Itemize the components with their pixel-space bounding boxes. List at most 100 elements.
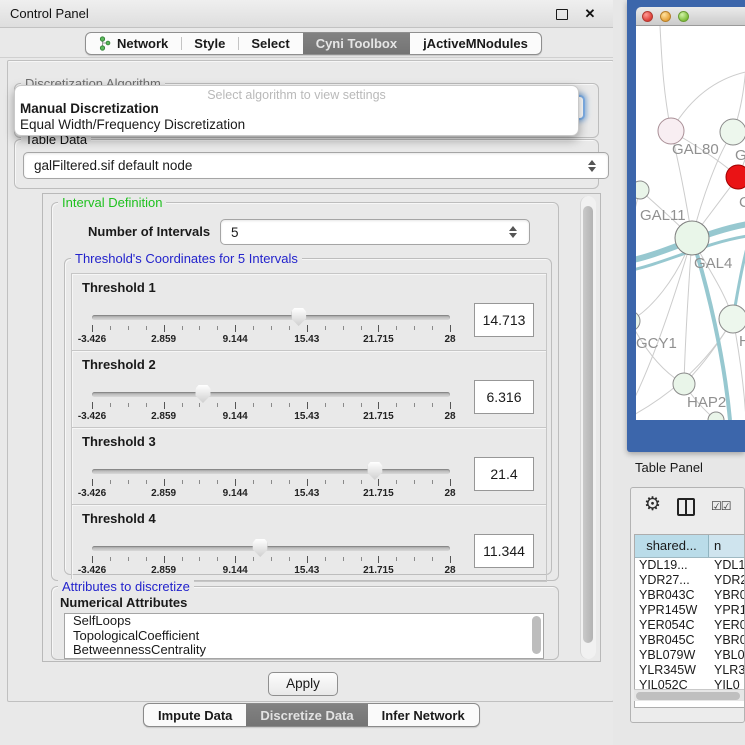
table-row[interactable]: YPR145WYPR1: [635, 603, 744, 618]
table-cell[interactable]: YBR0: [709, 588, 744, 603]
settings-vertical-scrollbar[interactable]: [580, 196, 596, 659]
attribute-list-item[interactable]: BetweennessCentrality: [65, 643, 543, 658]
slider-tick: [396, 403, 397, 407]
apply-button[interactable]: Apply: [268, 672, 338, 696]
table-cell[interactable]: YLR3: [709, 663, 744, 678]
tab-infer-network[interactable]: Infer Network: [368, 704, 479, 726]
slider-tick: [396, 480, 397, 484]
number-of-intervals-label: Number of Intervals: [88, 219, 210, 245]
zoom-window-icon[interactable]: [678, 11, 689, 22]
table-cell[interactable]: YDL1: [709, 558, 744, 573]
number-of-intervals-combobox[interactable]: 5: [220, 219, 530, 245]
column-header-shared-name[interactable]: shared...: [635, 535, 709, 557]
tick-label: 2.859: [151, 334, 176, 345]
table-row[interactable]: YBL079WYBL0: [635, 648, 744, 663]
table-cell[interactable]: YER054C: [635, 618, 709, 633]
tick-label: 15.43: [294, 411, 319, 422]
table-row[interactable]: YBR045CYBR0: [635, 633, 744, 648]
column-header-name[interactable]: n: [709, 535, 744, 557]
network-node[interactable]: [726, 165, 745, 189]
network-edge[interactable]: [660, 26, 671, 131]
tab-style[interactable]: Style: [181, 33, 238, 54]
slider-tick: [217, 480, 218, 484]
dropdown-option-equal-width-frequency[interactable]: Equal Width/Frequency Discretization: [18, 117, 575, 133]
network-node[interactable]: [719, 305, 745, 333]
network-node[interactable]: [720, 119, 745, 145]
slider-tick: [146, 326, 147, 330]
threshold-slider[interactable]: [92, 392, 450, 398]
slider-thumb[interactable]: [291, 308, 306, 326]
table-cell[interactable]: YDR27...: [635, 573, 709, 588]
numerical-attributes-list[interactable]: SelfLoopsTopologicalCoefficientBetweenne…: [64, 613, 544, 659]
table-cell[interactable]: YER0: [709, 618, 744, 633]
table-horizontal-scrollbar[interactable]: [634, 689, 744, 701]
table-cell[interactable]: YDR2: [709, 573, 744, 588]
table-row[interactable]: YLR345WYLR3: [635, 663, 744, 678]
threshold-slider[interactable]: [92, 469, 450, 475]
network-window-titlebar[interactable]: [636, 7, 745, 26]
network-node[interactable]: [673, 373, 695, 395]
threshold-value-field[interactable]: 11.344: [474, 534, 534, 568]
slider-track[interactable]: [92, 392, 450, 397]
attribute-list-item[interactable]: SelfLoops: [65, 614, 543, 629]
network-node[interactable]: [636, 181, 649, 199]
network-node[interactable]: [675, 221, 709, 255]
slider-track[interactable]: [92, 546, 450, 551]
scrollbar-thumb[interactable]: [636, 692, 740, 700]
slider-tick: [325, 480, 326, 484]
tab-discretize-data[interactable]: Discretize Data: [246, 704, 367, 726]
table-row[interactable]: YER054CYER0: [635, 618, 744, 633]
gear-icon[interactable]: ⚙: [644, 495, 661, 514]
minimize-window-icon[interactable]: [660, 11, 671, 22]
slider-tick: [289, 403, 290, 407]
threshold-slider[interactable]: [92, 315, 450, 321]
slider-tick: [235, 402, 236, 409]
tab-network[interactable]: Network: [86, 33, 181, 54]
select-columns-icon[interactable]: ☑☑: [711, 499, 731, 513]
panel-title: Control Panel: [10, 0, 89, 27]
control-panel-titlebar: Control Panel ✕: [0, 0, 613, 28]
network-edge[interactable]: [636, 321, 684, 384]
table-cell[interactable]: YBR043C: [635, 588, 709, 603]
table-data-combobox[interactable]: galFiltered.sif default node: [23, 152, 609, 179]
columns-icon[interactable]: [677, 498, 695, 516]
threshold-slider[interactable]: [92, 546, 450, 552]
slider-thumb[interactable]: [367, 462, 382, 480]
dropdown-option-manual-discretization[interactable]: Manual Discretization: [18, 101, 575, 117]
scrollbar-thumb[interactable]: [583, 206, 593, 643]
table-cell[interactable]: YPR145W: [635, 603, 709, 618]
tab-jactivemnodules[interactable]: jActiveMNodules: [410, 33, 541, 54]
slider-track[interactable]: [92, 315, 450, 320]
slider-thumb[interactable]: [195, 385, 210, 403]
table-cell[interactable]: YBR0: [709, 633, 744, 648]
slider-tick: [289, 557, 290, 561]
float-window-button[interactable]: [555, 7, 569, 21]
table-cell[interactable]: YBL079W: [635, 648, 709, 663]
threshold-value-field[interactable]: 21.4: [474, 457, 534, 491]
tab-cyni-toolbox[interactable]: Cyni Toolbox: [303, 33, 410, 54]
tick-label: 15.43: [294, 334, 319, 345]
threshold-value-field[interactable]: 14.713: [474, 303, 534, 337]
network-canvas[interactable]: GAL80GACGAL11GAL4GCY1HHAP2: [636, 26, 745, 420]
table-cell[interactable]: YBR045C: [635, 633, 709, 648]
close-panel-button[interactable]: ✕: [583, 7, 597, 21]
slider-tick: [432, 480, 433, 484]
tab-select[interactable]: Select: [238, 33, 302, 54]
table-row[interactable]: YBR043CYBR0: [635, 588, 744, 603]
network-node[interactable]: [636, 311, 640, 331]
table-row[interactable]: YDL19...YDL1: [635, 558, 744, 573]
table-row[interactable]: YDR27...YDR2: [635, 573, 744, 588]
list-scrollbar-thumb[interactable]: [532, 616, 541, 654]
close-window-icon[interactable]: [642, 11, 653, 22]
slider-track[interactable]: [92, 469, 450, 474]
table-cell[interactable]: YLR345W: [635, 663, 709, 678]
table-cell[interactable]: YBL0: [709, 648, 744, 663]
threshold-value-field[interactable]: 6.316: [474, 380, 534, 414]
tab-impute-data[interactable]: Impute Data: [144, 704, 246, 726]
slider-thumb[interactable]: [253, 539, 268, 557]
table-cell[interactable]: YPR1: [709, 603, 744, 618]
table-cell[interactable]: YDL19...: [635, 558, 709, 573]
threshold-panel: Threshold 4 -3.4262.8599.14415.4321.7152…: [71, 504, 547, 582]
network-node[interactable]: [708, 412, 724, 420]
attribute-list-item[interactable]: TopologicalCoefficient: [65, 629, 543, 644]
